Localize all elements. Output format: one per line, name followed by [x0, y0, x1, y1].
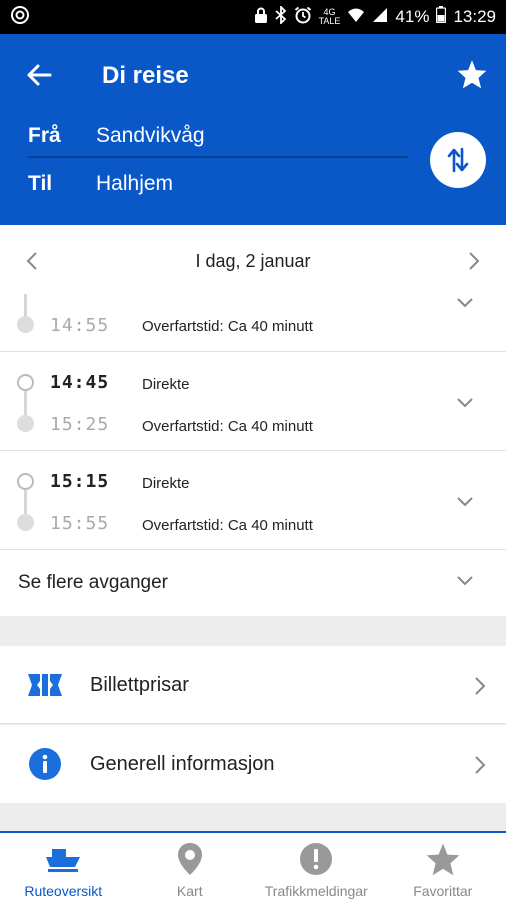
wifi-icon: [347, 7, 365, 28]
departure-row[interactable]: 15:15 Direkte 15:55 Overfartstid: Ca 40 …: [0, 451, 506, 550]
tab-map[interactable]: Kart: [127, 833, 254, 900]
tab-label: Ruteoversikt: [24, 883, 103, 899]
to-label: Til: [28, 172, 53, 195]
info-icon: [28, 747, 62, 781]
from-label: Frå: [28, 124, 61, 147]
star-icon: [457, 60, 487, 89]
alert-icon: [299, 841, 333, 877]
expand-chevron-icon[interactable]: [456, 296, 474, 314]
swap-direction-button[interactable]: [430, 132, 486, 188]
swap-arrows-icon: [447, 147, 469, 173]
expand-chevron-icon[interactable]: [456, 495, 474, 513]
see-more-departures-button[interactable]: Se flere avganger: [0, 550, 506, 616]
departure-row[interactable]: 14:45 Direkte 15:25 Overfartstid: Ca 40 …: [0, 352, 506, 451]
chevron-right-icon: [469, 252, 480, 270]
from-row[interactable]: Frå Sandvikvåg: [28, 124, 205, 148]
departure-row[interactable]: 14:55 Overfartstid: Ca 40 minutt: [0, 290, 506, 352]
to-value: Halhjem: [96, 172, 174, 195]
date-navigator: I dag, 2 januar: [0, 225, 506, 297]
general-info-link[interactable]: Generell informasjon: [0, 725, 506, 803]
status-bar: 4G TALE 41% 13:29: [0, 0, 506, 34]
star-icon: [425, 841, 461, 877]
crossing-time: Overfartstid: Ca 40 minutt: [142, 418, 313, 435]
departure-time: 14:45: [50, 372, 110, 393]
ferry-icon: [44, 841, 82, 877]
route-divider: [28, 156, 408, 158]
ticket-prices-label: Billettprisar: [90, 674, 189, 696]
map-pin-icon: [177, 841, 203, 877]
crossing-time: Overfartstid: Ca 40 minutt: [142, 318, 313, 335]
departure-time: 15:15: [50, 471, 110, 492]
section-gap: [0, 616, 506, 646]
battery-percent: 41%: [395, 7, 430, 26]
tab-label: Trafikkmeldingar: [264, 883, 368, 899]
crossing-time: Overfartstid: Ca 40 minutt: [142, 517, 313, 534]
timeline: [17, 451, 35, 550]
alarm-icon: [294, 6, 312, 29]
route-type: Direkte: [142, 475, 190, 492]
general-info-label: Generell informasjon: [90, 753, 275, 775]
timeline: [17, 352, 35, 451]
timeline: [17, 290, 35, 352]
tab-favorites[interactable]: Favorittar: [380, 833, 506, 900]
to-row[interactable]: Til Halhjem: [28, 172, 173, 196]
section-gap: [0, 803, 506, 831]
back-button[interactable]: [22, 58, 56, 92]
battery-icon: [436, 6, 447, 28]
arrival-time: 15:25: [50, 414, 110, 435]
see-more-label: Se flere avganger: [18, 572, 168, 593]
departure-list: 14:55 Overfartstid: Ca 40 minutt 14:45 D…: [0, 290, 506, 616]
signal-icon: [372, 7, 388, 28]
date-label: I dag, 2 januar: [195, 251, 311, 271]
bottom-tab-bar: Ruteoversikt Kart Trafikkmeldingar Favor…: [0, 831, 506, 900]
tab-label: Favorittar: [413, 883, 473, 899]
chevron-right-icon: [474, 676, 486, 701]
route-type: Direkte: [142, 376, 190, 393]
app-notification-icon: [10, 5, 30, 30]
arrival-time: 14:55: [50, 315, 110, 336]
lock-icon: [254, 7, 268, 28]
tab-traffic-messages[interactable]: Trafikkmeldingar: [253, 833, 380, 900]
expand-chevron-icon[interactable]: [456, 396, 474, 414]
bluetooth-icon: [274, 4, 287, 29]
next-day-button[interactable]: [468, 251, 480, 276]
arrival-time: 15:55: [50, 513, 110, 534]
favorite-button[interactable]: [454, 56, 490, 92]
clock: 13:29: [453, 7, 496, 26]
from-value: Sandvikvåg: [96, 124, 205, 147]
tab-label: Kart: [176, 883, 203, 899]
tab-route-overview[interactable]: Ruteoversikt: [0, 833, 127, 900]
chevron-down-icon: [456, 574, 474, 592]
chevron-right-icon: [474, 755, 486, 780]
page-title: Di reise: [102, 62, 189, 89]
ticket-prices-link[interactable]: Billettprisar: [0, 646, 506, 724]
ticket-icon: [28, 668, 62, 702]
journey-header: Di reise Frå Sandvikvåg Til Halhjem: [0, 34, 506, 225]
network-type-label: 4G TALE: [318, 7, 341, 26]
arrow-left-icon: [27, 64, 52, 86]
